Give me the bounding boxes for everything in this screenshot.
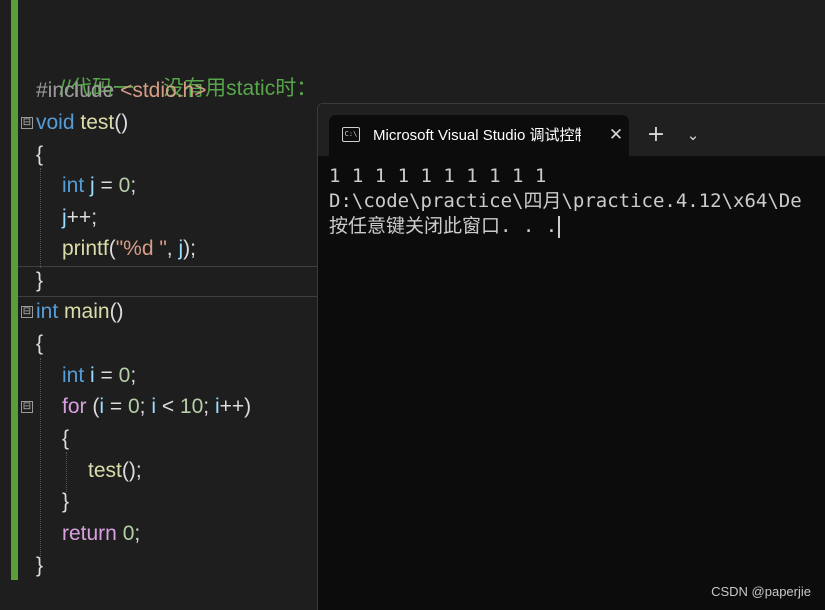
punct: (): [114, 111, 129, 134]
console-tab-title: Microsoft Visual Studio 调试控制台: [373, 127, 581, 144]
debug-console-window[interactable]: C:\ Microsoft Visual Studio 调试控制台 ✕ + ⌄ …: [317, 103, 825, 610]
operator: =: [94, 174, 119, 197]
punct: ;: [130, 174, 137, 197]
punct: (: [108, 237, 116, 260]
include-directive: #include: [36, 79, 115, 102]
string: "%d ": [115, 237, 167, 260]
number: 0: [122, 522, 135, 545]
output-line-prompt: 按任意键关闭此窗口. . .: [329, 214, 824, 239]
keyword: int: [36, 300, 59, 323]
console-tab-bar: C:\ Microsoft Visual Studio 调试控制台 ✕ + ⌄: [318, 104, 825, 156]
brace: }: [36, 269, 44, 292]
prompt-text: 按任意键关闭此窗口. . .: [329, 215, 558, 237]
indent-guide: [40, 358, 41, 558]
punct: ;: [130, 364, 137, 387]
code-line-main-decl: int main(): [36, 297, 124, 327]
punct: ;: [203, 395, 215, 418]
number: 0: [127, 395, 140, 418]
code-line-close-brace: }: [62, 487, 69, 517]
indent-guide: [66, 452, 67, 492]
code-line-comment: //代码一 没有用static时：: [36, 44, 317, 100]
control-keyword: return: [62, 522, 117, 545]
output-line: 1 1 1 1 1 1 1 1 1 1: [329, 165, 547, 187]
operator: ++;: [66, 206, 98, 229]
close-icon[interactable]: ✕: [606, 125, 626, 145]
number: 0: [118, 364, 131, 387]
code-line-return: return 0;: [62, 519, 140, 549]
fold-main-icon[interactable]: ⊟: [21, 306, 33, 318]
code-line-test-decl: void test(): [36, 108, 128, 138]
terminal-icon: C:\: [342, 127, 360, 142]
code-line-for: for (i = 0; i < 10; i++): [62, 392, 251, 422]
include-header: <stdio.h>: [120, 79, 207, 102]
code-line-j-inc: j++;: [62, 203, 97, 233]
brace: }: [62, 490, 70, 513]
console-tab[interactable]: C:\ Microsoft Visual Studio 调试控制台 ✕: [329, 115, 629, 156]
punct: (): [109, 300, 124, 323]
text-cursor: [558, 215, 561, 238]
brace: {: [36, 332, 44, 355]
function-name: printf: [62, 237, 109, 260]
number: 10: [179, 395, 204, 418]
console-output[interactable]: 1 1 1 1 1 1 1 1 1 1 D:\code\practice\四月\…: [329, 164, 824, 244]
punct: ();: [121, 459, 142, 482]
indent-guide: [40, 168, 41, 268]
function-name: test: [88, 459, 122, 482]
code-line-open-brace: {: [36, 140, 43, 170]
code-line-include: #include <stdio.h>: [36, 76, 206, 106]
code-line-open-brace: {: [36, 329, 43, 359]
code-line-int-i: int i = 0;: [62, 361, 136, 391]
code-line-close-brace: }: [36, 551, 43, 581]
operator: <: [155, 395, 180, 418]
brace: }: [36, 554, 44, 577]
operator: ++): [219, 395, 252, 418]
brace: {: [36, 143, 44, 166]
punct: );: [183, 237, 196, 260]
code-line-open-brace: {: [62, 424, 69, 454]
punct: (: [86, 395, 100, 418]
punct: ,: [166, 237, 179, 260]
change-indicator-bar: [11, 0, 18, 580]
line-highlight-top: [18, 266, 318, 267]
function-name: main: [64, 300, 110, 323]
brace: {: [62, 427, 70, 450]
keyword: void: [36, 111, 75, 134]
chevron-down-icon[interactable]: ⌄: [683, 123, 703, 147]
watermark: CSDN @paperjie: [711, 584, 811, 599]
function-name: test: [80, 111, 115, 134]
number: 0: [118, 174, 131, 197]
fold-for-icon[interactable]: ⊟: [21, 401, 33, 413]
operator: =: [104, 395, 128, 418]
code-line-test-call: test();: [88, 456, 142, 486]
output-line: D:\code\practice\四月\practice.4.12\x64\De: [329, 190, 802, 212]
code-line-printf: printf("%d ", j);: [62, 234, 196, 264]
operator: =: [94, 364, 119, 387]
fold-test-icon[interactable]: ⊟: [21, 117, 33, 129]
control-keyword: for: [62, 395, 87, 418]
code-line-int-j: int j = 0;: [62, 171, 136, 201]
keyword: int: [62, 364, 85, 387]
punct: ;: [139, 395, 152, 418]
code-line-close-brace: }: [36, 266, 43, 296]
new-tab-button[interactable]: +: [646, 123, 666, 147]
punct: ;: [134, 522, 141, 545]
keyword: int: [62, 174, 85, 197]
